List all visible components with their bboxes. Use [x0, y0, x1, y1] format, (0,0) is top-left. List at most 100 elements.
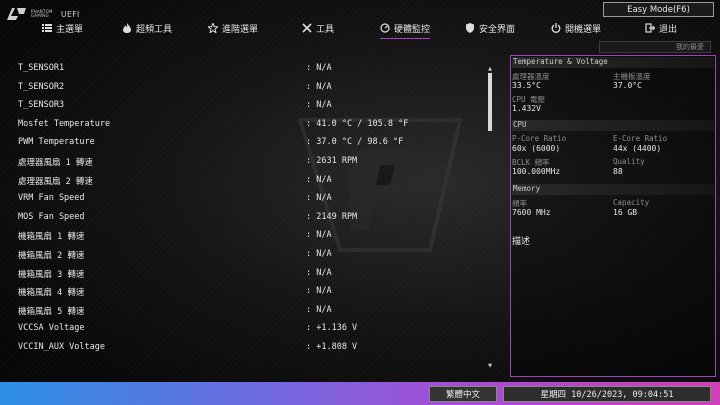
pcore-ratio-label: P-Core Ratio	[512, 134, 567, 143]
row-label: VCCSA Voltage	[18, 323, 85, 334]
list-icon	[42, 24, 52, 32]
scroll-down-arrow-icon[interactable]: ▼	[487, 363, 493, 369]
monitor-row-cpu-fan2[interactable]: 處理器風扇 2 轉速 : N/A	[0, 172, 480, 188]
row-label: 處理器風扇 1 轉速	[18, 158, 93, 168]
scroll-up-arrow-icon[interactable]: ▲	[487, 66, 493, 72]
monitor-row-t-sensor2[interactable]: T_SENSOR2 : N/A	[0, 79, 480, 95]
memory-section-title: Memory	[512, 184, 714, 195]
favorites-button[interactable]: 我的最愛	[599, 41, 711, 53]
exit-icon	[645, 23, 655, 33]
tab-hardware-monitor[interactable]: 硬體監控	[380, 20, 431, 39]
monitor-row-pwm-temp[interactable]: PWM Temperature : 37.0 °C / 98.6 °F	[0, 134, 480, 150]
tab-main-label: 主選單	[56, 24, 84, 35]
tab-oc-tweaker-label: 超頻工具	[136, 24, 173, 35]
monitor-row-t-sensor1[interactable]: T_SENSOR1 : N/A	[0, 60, 480, 76]
mb-temp-value: 37.0°C	[613, 81, 642, 90]
row-label: T_SENSOR2	[18, 81, 65, 92]
row-value: : N/A	[306, 100, 332, 111]
row-value: : N/A	[306, 230, 332, 241]
uefi-label: UEFI	[61, 9, 80, 19]
monitor-list-scrollbar[interactable]: ▲ ▼	[487, 66, 493, 371]
top-navigation-bar: PHANTOM GAMING UEFI Easy Mode(F6) 主選單 超頻…	[0, 0, 720, 44]
row-value: : 2149 RPM	[306, 211, 358, 222]
brand-line2: GAMING	[31, 13, 49, 18]
row-label: T_SENSOR1	[18, 63, 65, 73]
monitor-row-chassis-fan5[interactable]: 機箱風扇 5 轉速: N/A	[0, 302, 480, 318]
tab-security[interactable]: 安全界面	[465, 20, 515, 36]
row-value: : 2631 RPM	[306, 156, 358, 166]
monitor-row-vccin-aux[interactable]: VCCIN_AUX Voltage : +1.808 V	[0, 339, 480, 355]
row-value: : N/A	[306, 193, 332, 204]
monitor-row-chassis-fan3[interactable]: 機箱風扇 3 轉速 : N/A	[0, 265, 480, 281]
tab-advanced-label: 進階選單	[222, 24, 259, 35]
monitor-row-mosfet-temp[interactable]: Mosfet Temperature : 41.0 °C / 105.8 °F	[0, 116, 480, 132]
cpu-temp-value: 33.5°C	[512, 81, 541, 90]
row-value: : +1.136 V	[306, 323, 358, 334]
tab-exit[interactable]: 退出	[645, 20, 677, 36]
scrollbar-thumb[interactable]	[488, 73, 492, 131]
pcore-ratio-value: 60x (6000)	[512, 144, 561, 153]
language-button[interactable]: 繁體中文	[429, 386, 497, 402]
tab-oc-tweaker[interactable]: 超頻工具	[122, 20, 172, 36]
phantom-gaming-logo-icon	[7, 8, 26, 20]
monitor-row-chassis-fan4[interactable]: 機箱風扇 4 轉速: N/A	[0, 283, 480, 299]
description-title: 描述	[512, 237, 531, 247]
info-panel: Temperature & Voltage 處理器溫度 33.5°C 主機板溫度…	[510, 55, 716, 377]
brand-text: PHANTOM GAMING	[31, 10, 57, 18]
row-value: : 37.0 °C / 98.6 °F	[306, 137, 404, 148]
tab-hardware-monitor-label: 硬體監控	[394, 24, 431, 35]
ecore-ratio-value: 44x (4400)	[613, 144, 662, 153]
mem-freq-value: 7600 MHz	[512, 208, 551, 217]
monitor-row-cpu-fan1[interactable]: 處理器風扇 1 轉速 : 2631 RPM	[0, 153, 480, 169]
flame-icon	[123, 23, 131, 33]
row-label: T_SENSOR3	[18, 100, 65, 111]
quality-value: 88	[613, 167, 623, 176]
tab-tool[interactable]: 工具	[302, 20, 334, 36]
main-tabs: 主選單 超頻工具 進階選單 工具 硬體監控 安全界面 開機選單 退出	[0, 20, 720, 39]
tab-boot[interactable]: 開機選單	[551, 20, 601, 36]
monitor-row-chassis-fan1[interactable]: 機箱風扇 1 轉速 : N/A	[0, 227, 480, 243]
row-label: 機箱風扇 3 轉速	[18, 269, 85, 280]
row-label: 機箱風扇 4 轉速	[18, 288, 85, 299]
temp-voltage-section-title: Temperature & Voltage	[512, 57, 714, 68]
monitor-row-t-sensor3[interactable]: T_SENSOR3 : N/A	[0, 97, 480, 113]
row-label: 機箱風扇 2 轉速	[18, 251, 85, 261]
shield-icon	[466, 23, 474, 33]
monitor-row-chassis-fan2[interactable]: 機箱風扇 2 轉速 : N/A	[0, 246, 480, 262]
bclk-value: 100.000MHz	[512, 167, 561, 176]
tab-main[interactable]: 主選單	[42, 20, 83, 36]
datetime-display[interactable]: 星期四 10/26/2023, 09:04:51	[503, 386, 711, 402]
monitor-icon	[380, 23, 390, 33]
monitor-row-vrm-fan[interactable]: VRM Fan Speed : N/A	[0, 190, 480, 206]
star-icon	[208, 23, 218, 33]
row-label: 機箱風扇 1 轉速	[18, 232, 85, 243]
row-label: Mosfet Temperature	[18, 118, 111, 129]
row-value: : N/A	[306, 304, 332, 315]
power-icon	[551, 23, 561, 33]
mem-capacity-value: 16 GB	[613, 208, 638, 217]
tab-boot-label: 開機選單	[565, 24, 602, 35]
row-value: : N/A	[306, 249, 332, 259]
row-value: : N/A	[306, 63, 332, 73]
row-value: : N/A	[306, 174, 332, 185]
tab-tool-label: 工具	[316, 24, 335, 35]
tab-exit-label: 退出	[659, 24, 678, 35]
row-label: VCCIN_AUX Voltage	[18, 342, 105, 352]
tools-icon	[302, 23, 312, 33]
mem-capacity-label: Capacity	[613, 198, 650, 207]
easy-mode-button[interactable]: Easy Mode(F6)	[603, 2, 714, 17]
monitor-row-vccsa[interactable]: VCCSA Voltage : +1.136 V	[0, 320, 480, 336]
monitor-row-mos-fan[interactable]: MOS Fan Speed : 2149 RPM	[0, 209, 480, 225]
row-label: 處理器風扇 2 轉速	[18, 176, 93, 187]
row-label: PWM Temperature	[18, 137, 95, 148]
row-value: : N/A	[306, 267, 332, 278]
quality-label: Quality	[613, 157, 645, 166]
row-value: : 41.0 °C / 105.8 °F	[306, 118, 409, 129]
row-value: : N/A	[306, 81, 332, 92]
row-label: VRM Fan Speed	[18, 193, 85, 204]
row-label: MOS Fan Speed	[18, 211, 85, 222]
row-value: : +1.808 V	[306, 342, 358, 352]
tab-security-label: 安全界面	[479, 24, 516, 35]
tab-advanced[interactable]: 進階選單	[208, 20, 258, 36]
cpu-vcore-value: 1.432V	[512, 104, 541, 113]
